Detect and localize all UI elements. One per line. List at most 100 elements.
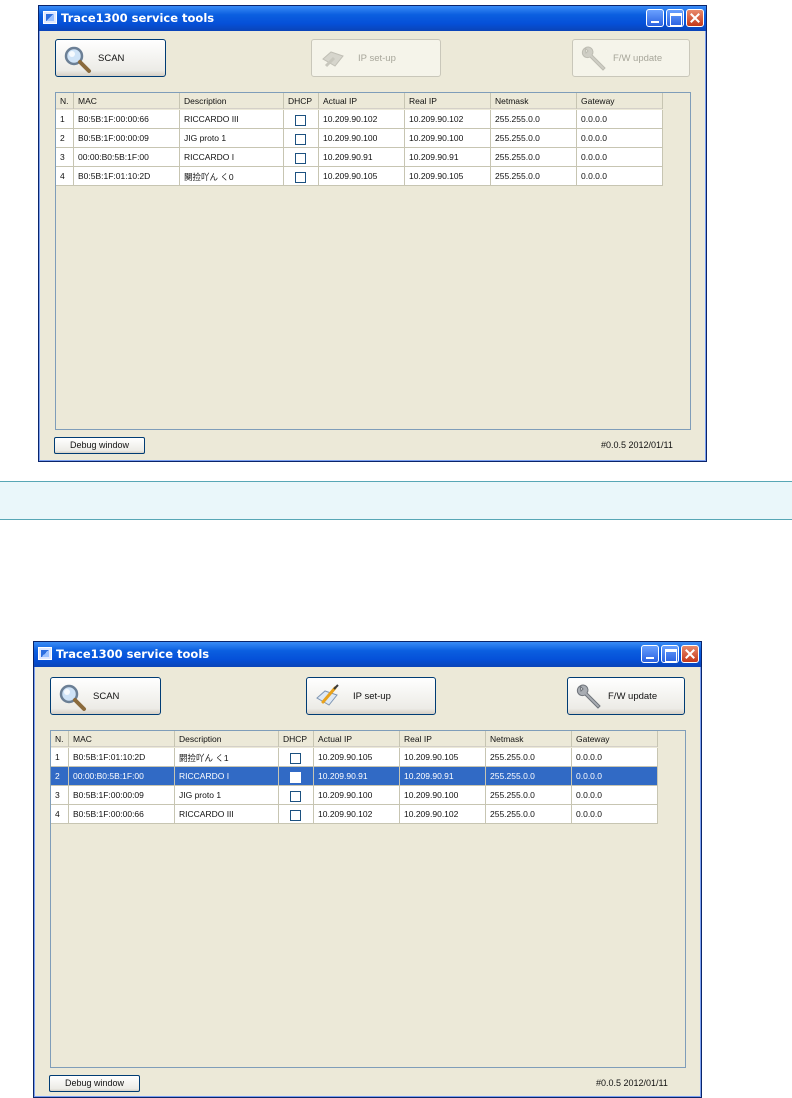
debug-window-button[interactable]: Debug window [54,437,145,454]
column-header-description[interactable]: Description [175,731,279,747]
cell-actual-ip: 10.209.90.91 [319,148,405,167]
column-header-mac[interactable]: MAC [74,93,180,109]
cell-mac: 00:00:B0:5B:1F:00 [74,148,180,167]
cell-gateway: 0.0.0.0 [572,767,658,786]
column-header-description[interactable]: Description [180,93,284,109]
column-header-actual-ip[interactable]: Actual IP [319,93,405,109]
cell-netmask: 255.255.0.0 [486,748,572,767]
table-row[interactable]: 3 B0:5B:1F:00:00:09 JIG proto 1 10.209.9… [51,786,658,805]
ip-setup-button[interactable]: IP set-up [306,677,436,715]
device-list[interactable]: N. MAC Description DHCP Actual IP Real I… [55,92,691,430]
table-row[interactable]: 4 B0:5B:1F:01:10:2D 闋捡吖ん く0 10.209.90.10… [56,167,663,186]
column-header-netmask[interactable]: Netmask [486,731,572,747]
cell-netmask: 255.255.0.0 [486,786,572,805]
dhcp-checkbox[interactable] [295,153,306,164]
window-title: Trace1300 service tools [56,647,210,661]
dhcp-checkbox[interactable] [290,772,301,783]
cell-gateway: 0.0.0.0 [577,148,663,167]
magnifier-icon [64,46,91,73]
device-list[interactable]: N. MAC Description DHCP Actual IP Real I… [50,730,686,1068]
column-header-real-ip[interactable]: Real IP [400,731,486,747]
column-header-netmask[interactable]: Netmask [491,93,577,109]
scan-button[interactable]: SCAN [50,677,161,715]
cell-netmask: 255.255.0.0 [491,110,577,129]
ip-setup-button[interactable]: IP set-up [311,39,441,77]
fw-update-label: F/W update [608,691,658,702]
cell-netmask: 255.255.0.0 [486,805,572,824]
version-label: #0.0.5 2012/01/11 [596,1078,668,1088]
close-button[interactable] [686,9,704,27]
app-icon [38,647,52,660]
fw-update-button[interactable]: F/W update [567,677,685,715]
minimize-button[interactable] [646,9,664,27]
cell-real-ip: 10.209.90.91 [400,767,486,786]
cell-real-ip: 10.209.90.102 [400,805,486,824]
cell-dhcp [279,767,314,786]
dhcp-checkbox[interactable] [295,115,306,126]
wrench-icon [576,684,601,709]
cell-netmask: 255.255.0.0 [491,129,577,148]
cell-n: 3 [51,786,69,805]
minimize-button[interactable] [641,645,659,663]
list-header: N. MAC Description DHCP Actual IP Real I… [51,731,658,747]
cell-dhcp [284,110,319,129]
dhcp-checkbox[interactable] [295,134,306,145]
version-label: #0.0.5 2012/01/11 [601,440,673,450]
cell-n: 3 [56,148,74,167]
list-body: N. MAC Description DHCP Actual IP Real I… [51,731,685,1067]
cell-description: RICCARDO I [175,767,279,786]
scan-button[interactable]: SCAN [55,39,166,77]
cell-real-ip: 10.209.90.105 [400,748,486,767]
cell-dhcp [284,129,319,148]
cell-mac: B0:5B:1F:00:00:09 [69,786,175,805]
column-header-actual-ip[interactable]: Actual IP [314,731,400,747]
cell-real-ip: 10.209.90.100 [405,129,491,148]
maximize-button[interactable] [661,645,679,663]
cell-n: 2 [56,129,74,148]
column-header-n[interactable]: N. [51,731,69,747]
column-header-gateway[interactable]: Gateway [577,93,663,109]
fw-update-button[interactable]: F/W update [572,39,690,77]
fw-update-label: F/W update [613,53,663,64]
close-button[interactable] [681,645,699,663]
column-header-dhcp[interactable]: DHCP [279,731,314,747]
dhcp-checkbox[interactable] [290,791,301,802]
cell-n: 4 [56,167,74,186]
service-tools-window-2: Trace1300 service tools SCAN IP set-up F… [33,641,702,1098]
table-row[interactable]: 1 B0:5B:1F:00:00:66 RICCARDO III 10.209.… [56,110,663,129]
cell-netmask: 255.255.0.0 [491,167,577,186]
cell-dhcp [284,167,319,186]
table-row[interactable]: 4 B0:5B:1F:00:00:66 RICCARDO III 10.209.… [51,805,658,824]
dhcp-checkbox[interactable] [290,810,301,821]
ip-setup-label: IP set-up [353,691,391,702]
title-bar[interactable]: Trace1300 service tools [34,642,701,667]
table-row[interactable]: 2 B0:5B:1F:00:00:09 JIG proto 1 10.209.9… [56,129,663,148]
column-header-dhcp[interactable]: DHCP [284,93,319,109]
cell-n: 1 [56,110,74,129]
maximize-button[interactable] [666,9,684,27]
table-row[interactable]: 1 B0:5B:1F:01:10:2D 閼捡吖ん く1 10.209.90.10… [51,748,658,767]
dhcp-checkbox[interactable] [290,753,301,764]
cell-netmask: 255.255.0.0 [486,767,572,786]
cell-gateway: 0.0.0.0 [577,110,663,129]
column-header-mac[interactable]: MAC [69,731,175,747]
divider-band [0,481,792,520]
cell-netmask: 255.255.0.0 [491,148,577,167]
table-row-selected[interactable]: 2 00:00:B0:5B:1F:00 RICCARDO I 10.209.90… [51,767,658,786]
app-icon [43,11,57,24]
cell-dhcp [279,805,314,824]
cell-mac: B0:5B:1F:00:00:66 [69,805,175,824]
column-header-gateway[interactable]: Gateway [572,731,658,747]
cell-description: JIG proto 1 [180,129,284,148]
dhcp-checkbox[interactable] [295,172,306,183]
column-header-n[interactable]: N. [56,93,74,109]
cell-dhcp [279,748,314,767]
cell-actual-ip: 10.209.90.102 [314,805,400,824]
title-bar[interactable]: Trace1300 service tools [39,6,706,31]
cell-mac: B0:5B:1F:01:10:2D [69,748,175,767]
cell-actual-ip: 10.209.90.105 [319,167,405,186]
debug-window-button[interactable]: Debug window [49,1075,140,1092]
table-row[interactable]: 3 00:00:B0:5B:1F:00 RICCARDO I 10.209.90… [56,148,663,167]
column-header-real-ip[interactable]: Real IP [405,93,491,109]
scan-label: SCAN [93,691,120,702]
